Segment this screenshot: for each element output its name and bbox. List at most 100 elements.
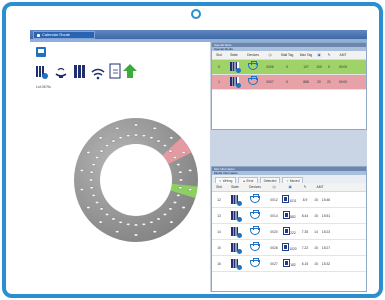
toolbar-icons [36,63,137,80]
slot-marker[interactable] [95,201,99,204]
slot-marker[interactable] [181,151,186,154]
slot-marker[interactable] [178,186,183,190]
slot-marker[interactable] [98,136,103,140]
tab-error[interactable]: ▲ Error [238,177,258,183]
slot-marker[interactable] [169,220,174,224]
n-value: 15 [312,198,320,202]
slot-marker[interactable] [105,144,110,147]
slot-marker[interactable] [168,149,173,153]
slot-marker[interactable] [149,220,154,224]
app-tab[interactable]: Calendar Route [33,31,95,39]
special-slot-row[interactable]: 1 0007 0 888 20 21 00:00 [212,75,366,90]
slot-number: 0 [218,65,220,69]
slot-marker[interactable] [99,207,104,211]
col-amt[interactable]: AMT [334,53,352,57]
slot-marker[interactable] [152,126,157,130]
table-row[interactable]: 16 0027 182 6.15 15 15:32 [212,256,366,272]
tape-library-icon[interactable] [36,66,48,79]
slot-marker[interactable] [141,222,146,226]
col-devices[interactable]: Devices [242,53,264,57]
col-amt[interactable]: AMT [312,185,328,189]
slot-marker[interactable] [79,169,84,172]
slot-marker[interactable] [111,139,116,143]
slot-marker[interactable] [162,213,167,216]
drive-icon [242,61,264,71]
tool-col-icon: ✎ [327,53,331,57]
slot-marker[interactable] [98,220,103,224]
slot-marker[interactable] [91,163,96,166]
stall-tag-value: 0 [286,80,288,84]
table-row[interactable]: 12 0012 1011 8.9 15 15:46 [212,192,366,208]
col-state[interactable]: State [226,53,242,57]
slot-marker[interactable] [99,149,104,153]
slot-marker[interactable] [173,156,177,159]
slot-marker[interactable] [134,223,138,227]
max-tag-value: 888 [303,80,309,84]
slot-marker[interactable] [86,151,91,154]
slot-marker[interactable] [168,207,173,211]
slot-marker[interactable] [115,126,120,130]
amt-value: 15:46 [320,198,332,202]
slot-marker[interactable] [86,206,91,209]
count-value-text: 882 [290,215,296,219]
slot-marker[interactable] [95,156,99,159]
amt-value: 15:23 [320,230,332,234]
media-slot-icon[interactable] [74,65,85,78]
table-row[interactable]: 14 0020 222 7.35 14 15:23 [212,224,366,240]
slot-marker[interactable] [169,136,174,140]
slot-marker[interactable] [149,136,154,140]
media-id: 0012 [266,198,282,202]
special-slot-row[interactable]: 0 0006 0 107 100 0 00:00 [212,60,366,75]
col-stall-tag[interactable]: Stall Tag [276,53,298,57]
table-row[interactable]: 13 0014 882 8.44 15 15:51 [212,208,366,224]
slot-marker[interactable] [89,170,94,174]
document-icon[interactable] [109,63,121,79]
slot-marker[interactable] [134,123,138,127]
slot-marker[interactable] [118,220,123,224]
slot-marker[interactable] [141,134,146,138]
slot-marker[interactable] [181,206,186,209]
tab-writing[interactable]: ✎ Writing [215,177,237,183]
wireless-drive-icon[interactable] [55,67,67,79]
table-row[interactable]: 15 0026 1020 7.22 15 15:27 [212,240,366,256]
slot-marker[interactable] [134,233,138,237]
slot-marker[interactable] [89,178,93,182]
slot-number: 13 [212,214,226,218]
app-screen: Calendar Route Lst 08 Rs Special Slots S… [30,30,367,292]
col-state[interactable]: State [226,185,244,189]
slot-marker[interactable] [188,169,193,172]
slot-marker[interactable] [118,136,123,140]
slot-marker[interactable] [89,186,94,190]
tab-detected[interactable]: Detected [259,177,281,183]
slot-marker[interactable] [188,188,193,191]
col-slot[interactable]: Slot [212,185,226,189]
slot-marker[interactable] [173,201,177,204]
slot-ring-diagram[interactable] [66,110,206,250]
col-max-tag[interactable]: Max Tag [298,53,314,57]
tab-moved[interactable]: ✧ Moved [282,177,304,183]
slot-marker[interactable] [79,188,84,191]
slot-marker[interactable] [91,194,96,197]
upload-arrow-icon[interactable] [123,64,137,78]
slot-marker[interactable] [176,163,181,166]
doc-col-icon: ▣ [317,53,321,57]
slot-marker[interactable] [111,217,116,221]
count-value: 20 [317,80,321,84]
col-slot[interactable]: Slot [212,53,226,57]
slot-marker[interactable] [126,222,131,226]
slot-marker[interactable] [115,230,120,234]
slot-marker[interactable] [134,133,138,137]
slot-marker[interactable] [162,144,167,147]
slot-marker[interactable] [178,170,183,174]
slot-marker[interactable] [156,217,161,221]
slot-marker[interactable] [179,178,183,182]
slot-marker[interactable] [105,213,110,216]
wifi-icon[interactable] [91,68,105,80]
slot-marker[interactable] [126,134,131,138]
slot-marker[interactable] [176,194,181,197]
col-devices[interactable]: Devices [244,185,266,189]
slot-marker[interactable] [156,139,161,143]
library-icon[interactable] [36,47,46,57]
slot-ring-hole [100,144,172,216]
slot-marker[interactable] [152,230,157,234]
